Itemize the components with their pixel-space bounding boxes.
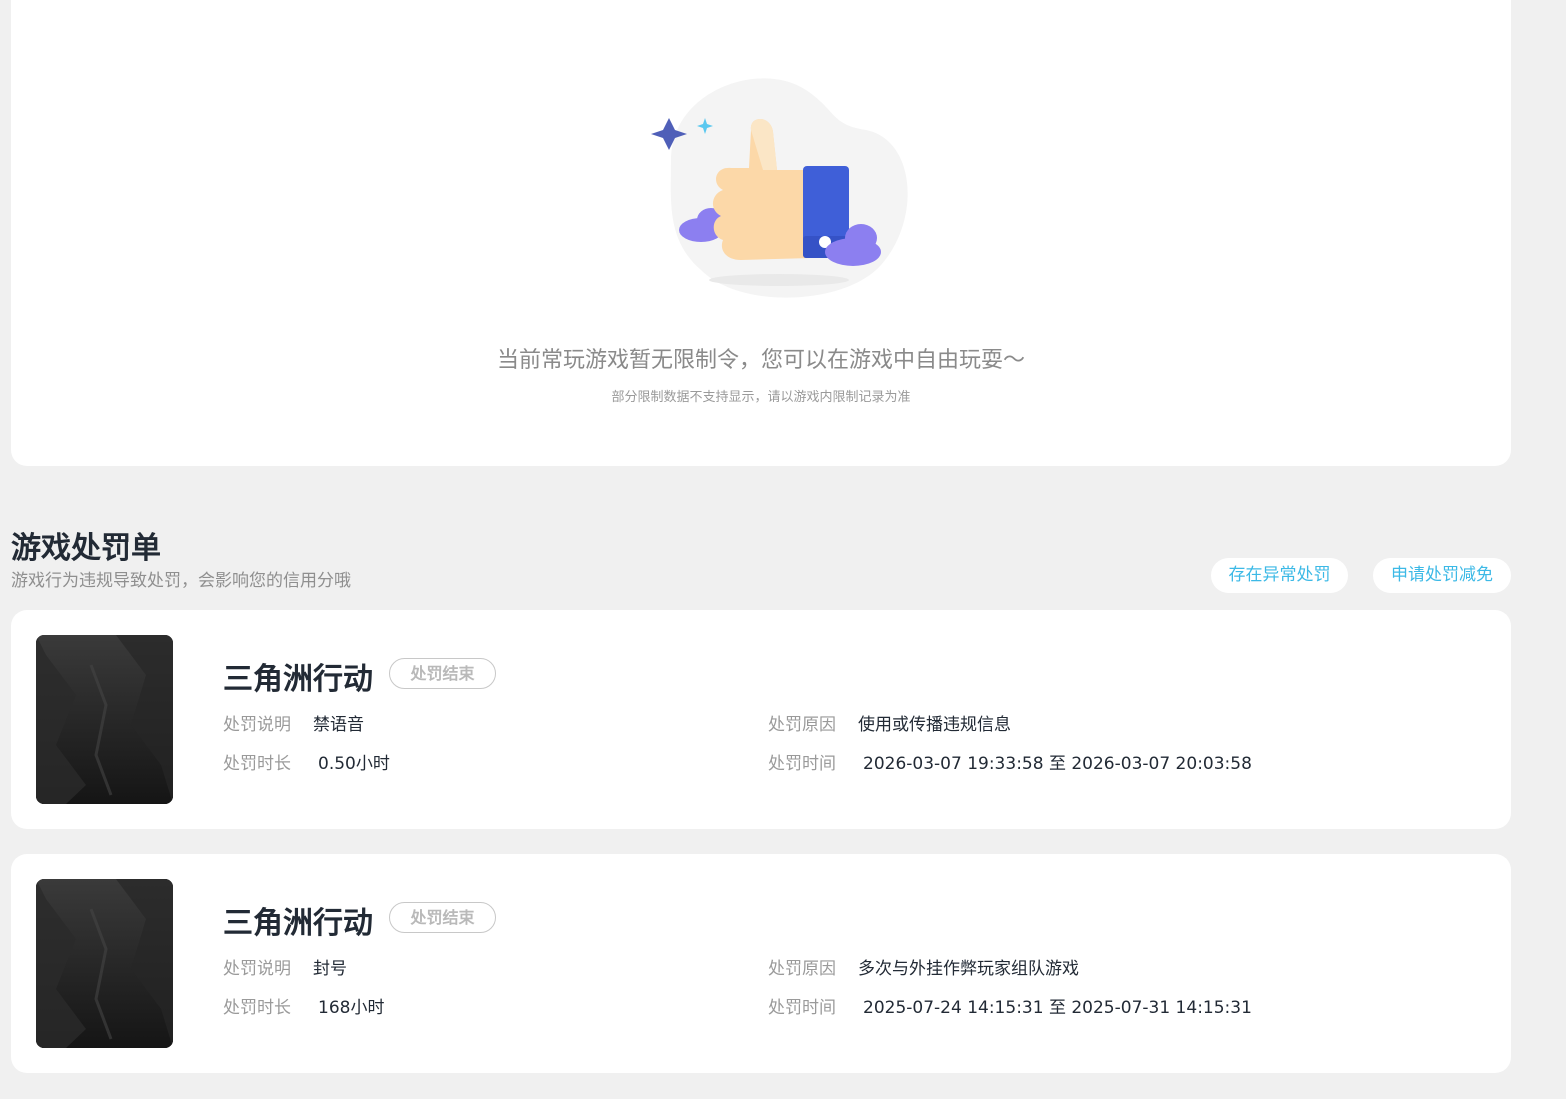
empty-state-title: 当前常玩游戏暂无限制令，您可以在游戏中自由玩耍～ — [496, 348, 1025, 373]
penalty-desc-value: 封号 — [313, 959, 347, 979]
penalty-time-value: 2025-07-24 14:15:31 至 2025-07-31 14:15:3… — [863, 998, 1252, 1018]
status-badge: 处罚结束 — [389, 902, 496, 933]
penalty-desc-label: 处罚说明 — [223, 715, 291, 735]
penalty-time-label: 处罚时间 — [768, 998, 836, 1018]
empty-state-card: 当前常玩游戏暂无限制令，您可以在游戏中自由玩耍～ 部分限制数据不支持显示，请以游… — [11, 0, 1511, 466]
game-cover-image — [36, 879, 173, 1048]
penalty-desc-value: 禁语音 — [313, 715, 364, 735]
penalty-record-card[interactable]: 三角洲行动 处罚结束 处罚说明 封号 处罚时长 168小时 处罚原因 多次与外挂… — [11, 854, 1511, 1073]
penalty-time-value: 2026-03-07 19:33:58 至 2026-03-07 20:03:5… — [863, 754, 1252, 774]
penalty-duration-value: 0.50小时 — [318, 754, 390, 774]
penalty-reason-value: 多次与外挂作弊玩家组队游戏 — [858, 959, 1079, 979]
abnormal-penalty-button[interactable]: 存在异常处罚 — [1211, 558, 1348, 593]
penalty-desc-label: 处罚说明 — [223, 959, 291, 979]
section-description: 游戏行为违规导致处罚，会影响您的信用分哦 — [11, 571, 351, 591]
status-badge: 处罚结束 — [389, 658, 496, 689]
penalty-duration-value: 168小时 — [318, 998, 385, 1018]
penalty-duration-label: 处罚时长 — [223, 754, 291, 774]
apply-reduction-button[interactable]: 申请处罚减免 — [1373, 558, 1511, 593]
thumbs-up-illustration-icon — [631, 70, 921, 310]
penalty-duration-label: 处罚时长 — [223, 998, 291, 1018]
empty-state-subtitle: 部分限制数据不支持显示，请以游戏内限制记录为准 — [611, 390, 911, 405]
penalty-reason-value: 使用或传播违规信息 — [858, 715, 1011, 735]
game-name: 三角洲行动 — [223, 906, 373, 941]
penalty-time-label: 处罚时间 — [768, 754, 836, 774]
penalty-reason-label: 处罚原因 — [768, 715, 836, 735]
game-cover-image — [36, 635, 173, 804]
game-name: 三角洲行动 — [223, 662, 373, 697]
penalty-record-card[interactable]: 三角洲行动 处罚结束 处罚说明 禁语音 处罚时长 0.50小时 处罚原因 使用或… — [11, 610, 1511, 829]
section-title: 游戏处罚单 — [11, 531, 161, 566]
penalty-reason-label: 处罚原因 — [768, 959, 836, 979]
